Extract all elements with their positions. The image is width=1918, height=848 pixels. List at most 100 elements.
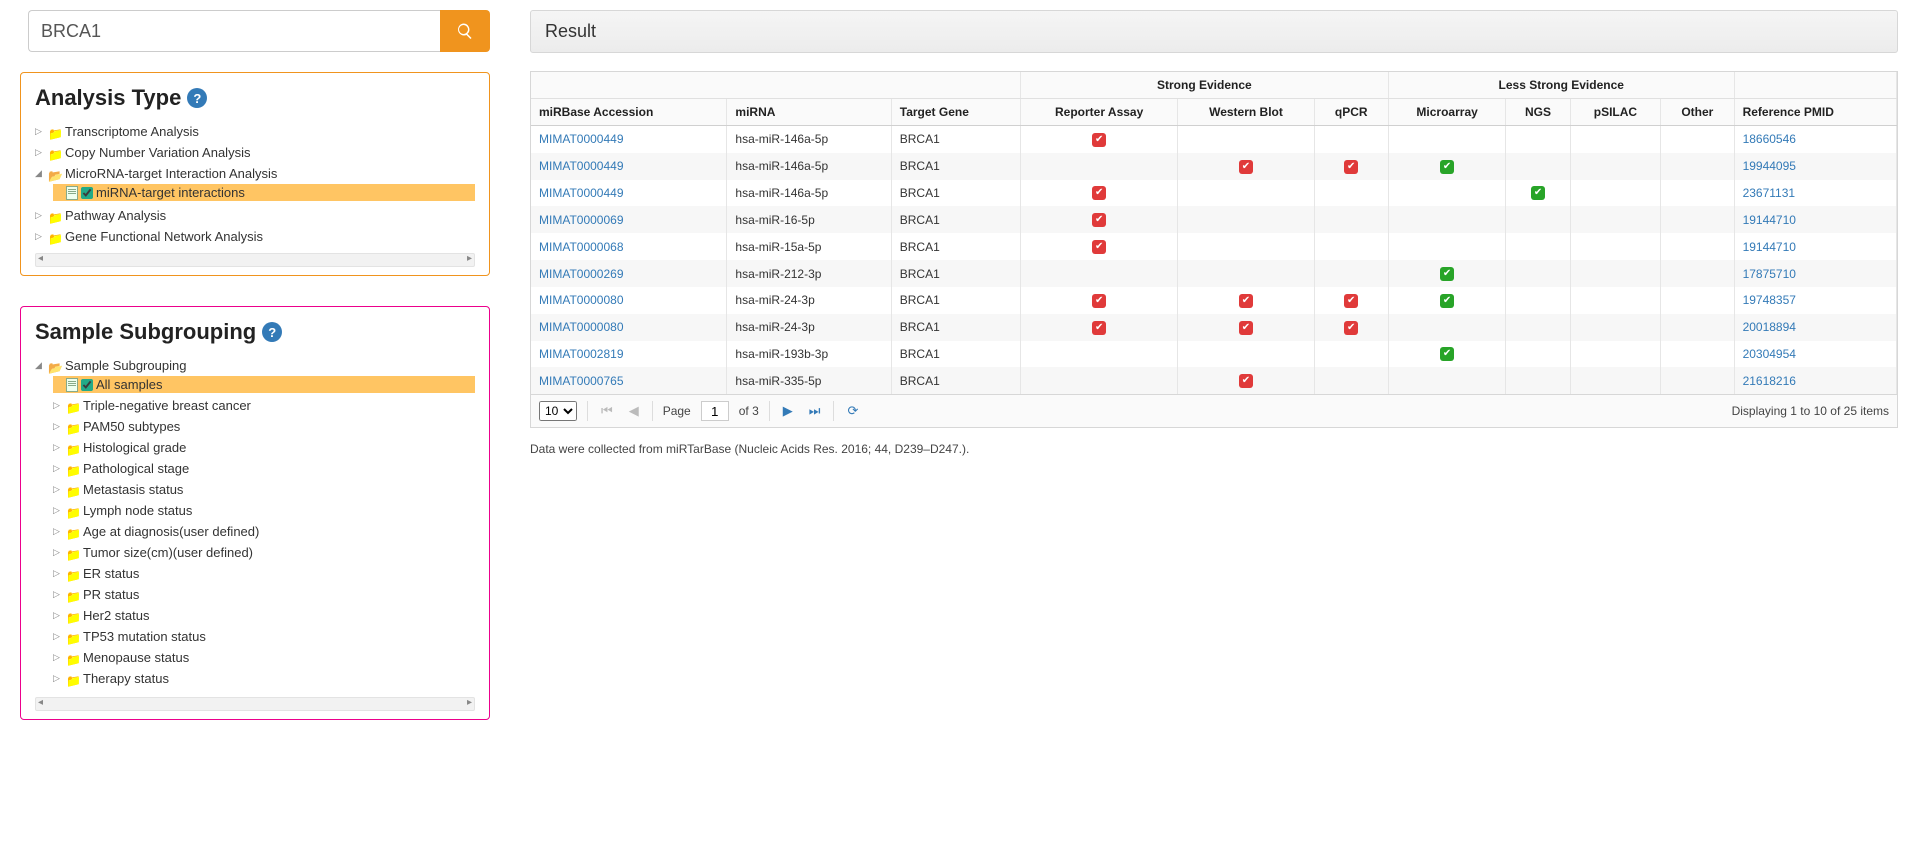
expand-icon[interactable]: ▷ bbox=[53, 463, 63, 474]
pmid-link[interactable]: 23671131 bbox=[1743, 186, 1796, 200]
pmid-link[interactable]: 19144710 bbox=[1743, 213, 1796, 227]
pmid-link[interactable]: 20018894 bbox=[1743, 320, 1796, 334]
tree-leaf[interactable]: miRNA-target interactions bbox=[53, 184, 475, 201]
refresh-button[interactable]: ⟳ bbox=[844, 403, 861, 419]
col-mirna[interactable]: miRNA bbox=[727, 99, 891, 126]
pmid-link[interactable]: 19944095 bbox=[1743, 159, 1796, 173]
tree-folder[interactable]: ▷Metastasis status bbox=[53, 481, 475, 498]
accession-link[interactable]: MIMAT0000269 bbox=[539, 267, 624, 281]
expand-icon[interactable]: ▷ bbox=[35, 210, 45, 221]
tree-folder[interactable]: ▷Pathway Analysis bbox=[35, 207, 475, 224]
table-row[interactable]: MIMAT0000449hsa-miR-146a-5pBRCA1✔1866054… bbox=[531, 126, 1897, 153]
accession-link[interactable]: MIMAT0000080 bbox=[539, 293, 624, 307]
search-button[interactable] bbox=[440, 10, 490, 52]
table-row[interactable]: MIMAT0000080hsa-miR-24-3pBRCA1✔✔✔✔197483… bbox=[531, 287, 1897, 314]
table-row[interactable]: MIMAT0000269hsa-miR-212-3pBRCA1✔17875710 bbox=[531, 260, 1897, 287]
col-qpcr[interactable]: qPCR bbox=[1314, 99, 1388, 126]
accession-link[interactable]: MIMAT0000449 bbox=[539, 186, 624, 200]
pmid-link[interactable]: 20304954 bbox=[1743, 347, 1796, 361]
col-pmid[interactable]: Reference PMID bbox=[1734, 99, 1896, 126]
col-reporter[interactable]: Reporter Assay bbox=[1020, 99, 1178, 126]
accession-link[interactable]: MIMAT0000069 bbox=[539, 213, 624, 227]
table-row[interactable]: MIMAT0000765hsa-miR-335-5pBRCA1✔21618216 bbox=[531, 367, 1897, 394]
tree-folder[interactable]: ▷Transcriptome Analysis bbox=[35, 123, 475, 140]
tree-folder[interactable]: ◢Sample Subgrouping bbox=[35, 357, 475, 374]
tree-folder[interactable]: ▷TP53 mutation status bbox=[53, 628, 475, 645]
col-target[interactable]: Target Gene bbox=[891, 99, 1020, 126]
collapse-icon[interactable]: ◢ bbox=[35, 168, 45, 179]
page-input[interactable] bbox=[701, 401, 729, 421]
horizontal-scrollbar[interactable] bbox=[35, 253, 475, 267]
tree-checkbox[interactable] bbox=[81, 379, 93, 391]
tree-folder[interactable]: ▷Triple-negative breast cancer bbox=[53, 397, 475, 414]
expand-icon[interactable]: ▷ bbox=[53, 631, 63, 642]
pmid-link[interactable]: 21618216 bbox=[1743, 374, 1796, 388]
expand-icon[interactable]: ▷ bbox=[53, 652, 63, 663]
expand-icon[interactable]: ▷ bbox=[53, 547, 63, 558]
table-row[interactable]: MIMAT0000080hsa-miR-24-3pBRCA1✔✔✔2001889… bbox=[531, 314, 1897, 341]
expand-icon[interactable]: ▷ bbox=[53, 673, 63, 684]
tree-folder[interactable]: ▷Therapy status bbox=[53, 670, 475, 687]
col-other[interactable]: Other bbox=[1661, 99, 1734, 126]
expand-icon[interactable]: ▷ bbox=[53, 442, 63, 453]
tree-folder[interactable]: ▷Pathological stage bbox=[53, 460, 475, 477]
tree-leaf[interactable]: All samples bbox=[53, 376, 475, 393]
col-western[interactable]: Western Blot bbox=[1178, 99, 1314, 126]
expand-icon[interactable]: ▷ bbox=[35, 147, 45, 158]
tree-folder[interactable]: ▷Gene Functional Network Analysis bbox=[35, 228, 475, 245]
table-row[interactable]: MIMAT0000069hsa-miR-16-5pBRCA1✔19144710 bbox=[531, 206, 1897, 233]
folder-icon bbox=[66, 505, 80, 517]
last-page-button[interactable]: ⏭ bbox=[806, 403, 824, 419]
tree-folder[interactable]: ▷ER status bbox=[53, 565, 475, 582]
horizontal-scrollbar[interactable] bbox=[35, 697, 475, 711]
expand-icon[interactable]: ▷ bbox=[53, 568, 63, 579]
expand-icon[interactable]: ▷ bbox=[53, 610, 63, 621]
tree-label: Tumor size(cm)(user defined) bbox=[83, 545, 253, 560]
table-row[interactable]: MIMAT0000449hsa-miR-146a-5pBRCA1✔✔236711… bbox=[531, 180, 1897, 207]
accession-link[interactable]: MIMAT0000765 bbox=[539, 374, 624, 388]
pmid-link[interactable]: 19144710 bbox=[1743, 240, 1796, 254]
col-microarray[interactable]: Microarray bbox=[1388, 99, 1505, 126]
expand-icon[interactable]: ▷ bbox=[53, 589, 63, 600]
tree-folder[interactable]: ▷PAM50 subtypes bbox=[53, 418, 475, 435]
tree-folder[interactable]: ▷Menopause status bbox=[53, 649, 475, 666]
expand-icon[interactable]: ▷ bbox=[53, 505, 63, 516]
tree-folder[interactable]: ▷Histological grade bbox=[53, 439, 475, 456]
table-row[interactable]: MIMAT0000449hsa-miR-146a-5pBRCA1✔✔✔19944… bbox=[531, 153, 1897, 180]
col-accession[interactable]: miRBase Accession bbox=[531, 99, 727, 126]
expand-icon[interactable]: ▷ bbox=[53, 526, 63, 537]
pmid-link[interactable]: 18660546 bbox=[1743, 132, 1796, 146]
expand-icon[interactable]: ▷ bbox=[53, 400, 63, 411]
search-input[interactable] bbox=[28, 10, 440, 52]
expand-icon[interactable]: ▷ bbox=[53, 421, 63, 432]
accession-link[interactable]: MIMAT0000068 bbox=[539, 240, 624, 254]
collapse-icon[interactable]: ◢ bbox=[35, 360, 45, 371]
col-psilac[interactable]: pSILAC bbox=[1570, 99, 1660, 126]
next-page-button[interactable]: ▶ bbox=[780, 403, 796, 419]
col-ngs[interactable]: NGS bbox=[1506, 99, 1570, 126]
tree-folder[interactable]: ▷Her2 status bbox=[53, 607, 475, 624]
accession-link[interactable]: MIMAT0000449 bbox=[539, 132, 624, 146]
prev-page-button[interactable]: ◀ bbox=[626, 403, 642, 419]
expand-icon[interactable]: ▷ bbox=[53, 484, 63, 495]
tree-folder[interactable]: ◢MicroRNA-target Interaction Analysis bbox=[35, 165, 475, 182]
accession-link[interactable]: MIMAT0002819 bbox=[539, 347, 624, 361]
pmid-link[interactable]: 19748357 bbox=[1743, 293, 1796, 307]
expand-icon[interactable]: ▷ bbox=[35, 231, 45, 242]
tree-checkbox[interactable] bbox=[81, 187, 93, 199]
tree-folder[interactable]: ▷ Tumor size(cm)(user defined) bbox=[53, 544, 475, 561]
accession-link[interactable]: MIMAT0000449 bbox=[539, 159, 624, 173]
first-page-button[interactable]: ⏮ bbox=[598, 403, 616, 419]
tree-folder[interactable]: ▷Copy Number Variation Analysis bbox=[35, 144, 475, 161]
help-icon[interactable]: ? bbox=[262, 322, 282, 342]
table-row[interactable]: MIMAT0000068hsa-miR-15a-5pBRCA1✔19144710 bbox=[531, 233, 1897, 260]
accession-link[interactable]: MIMAT0000080 bbox=[539, 320, 624, 334]
tree-folder[interactable]: ▷Lymph node status bbox=[53, 502, 475, 519]
table-row[interactable]: MIMAT0002819hsa-miR-193b-3pBRCA1✔2030495… bbox=[531, 341, 1897, 368]
page-size-select[interactable]: 10 bbox=[539, 401, 577, 421]
pmid-link[interactable]: 17875710 bbox=[1743, 267, 1796, 281]
tree-folder[interactable]: ▷Age at diagnosis(user defined) bbox=[53, 523, 475, 540]
help-icon[interactable]: ? bbox=[187, 88, 207, 108]
expand-icon[interactable]: ▷ bbox=[35, 126, 45, 137]
tree-folder[interactable]: ▷PR status bbox=[53, 586, 475, 603]
